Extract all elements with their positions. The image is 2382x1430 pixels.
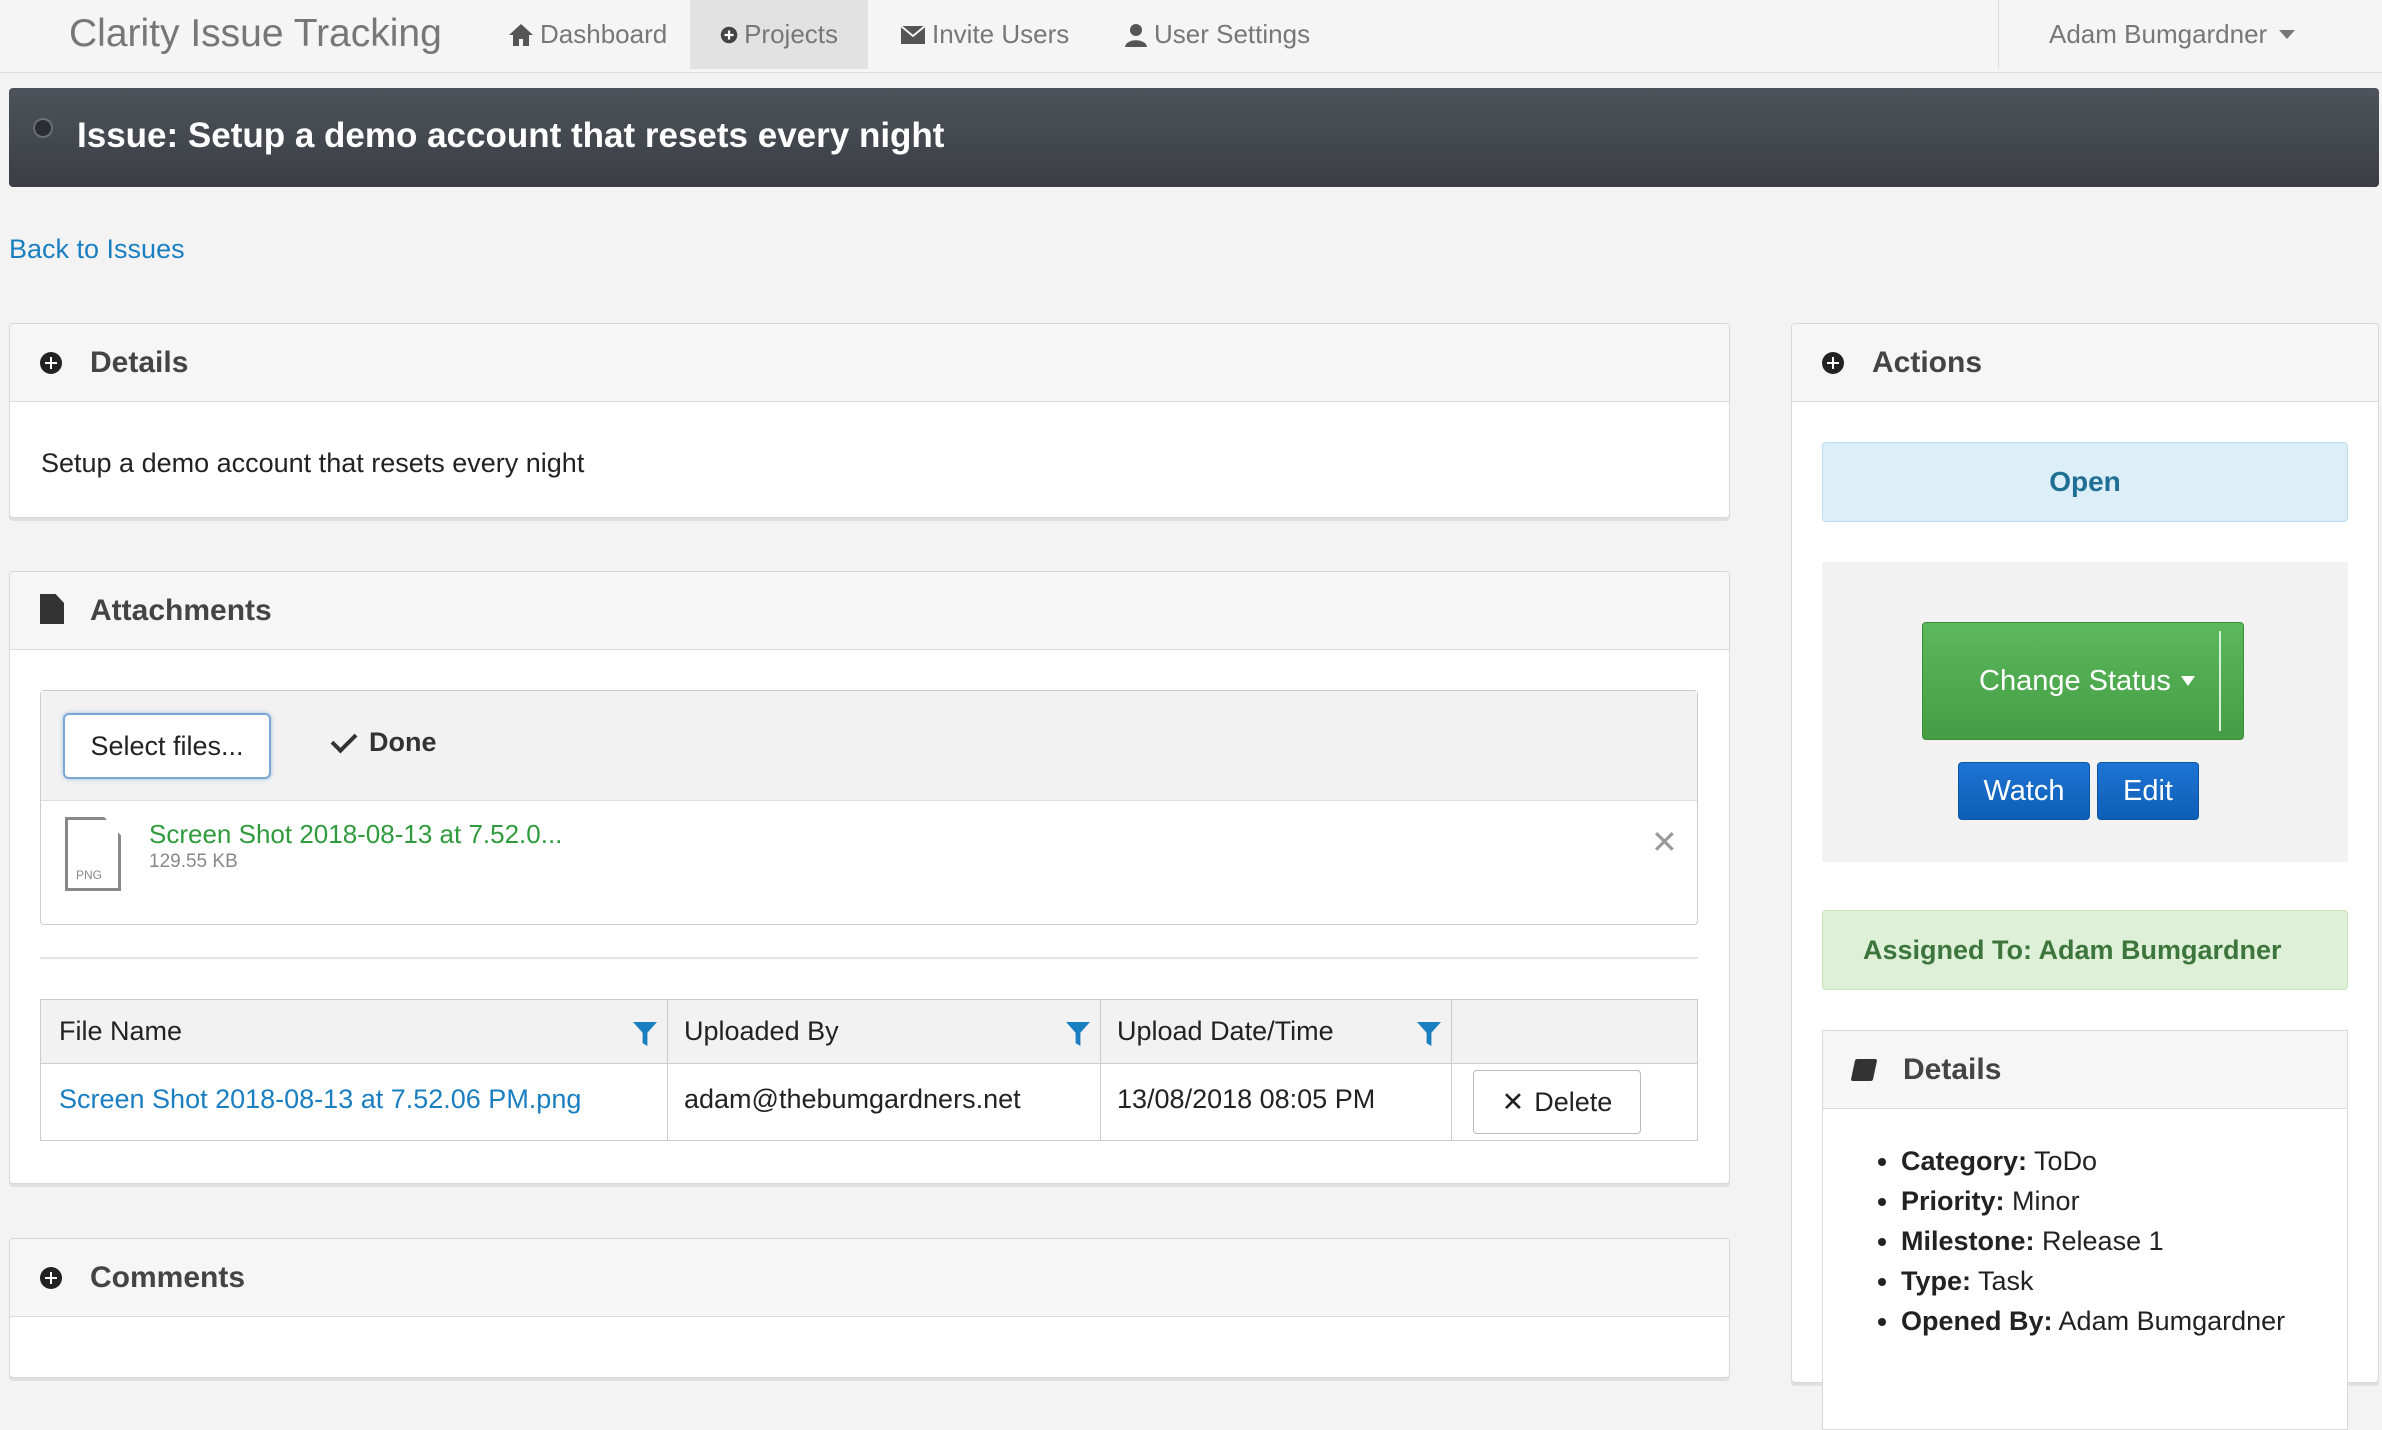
detail-value: Minor [2012,1186,2080,1216]
issue-title: Issue: Setup a demo account that resets … [77,116,945,155]
column-separator [1451,1000,1452,1140]
detail-value: Adam Bumgardner [2058,1306,2286,1336]
attachments-table: File Name Uploaded By Upload Date/Time S… [40,999,1698,1141]
list-item: Opened By: Adam Bumgardner [1901,1301,2285,1341]
nav-dashboard[interactable]: Dashboard [478,0,697,69]
details-panel-header[interactable]: Details [10,324,1729,402]
nav-user-settings-label: User Settings [1154,19,1311,49]
issue-details-list: Category: ToDo Priority: Minor Milestone… [1863,1141,2285,1341]
change-status-button[interactable]: Change Status [1922,622,2244,740]
file-icon [40,594,64,624]
user-icon [1125,23,1147,47]
upload-done-status: Done [330,726,437,758]
watch-button[interactable]: Watch [1958,762,2090,820]
envelope-icon [900,24,926,44]
nav-invite-users[interactable]: Invite Users [870,0,1099,69]
attachments-panel: Attachments Select files... Done PNG Scr… [9,571,1730,1184]
nav-invite-users-label: Invite Users [932,19,1070,49]
issue-description: Setup a demo account that resets every n… [41,448,585,478]
attachments-table-header: File Name Uploaded By Upload Date/Time [41,1000,1697,1064]
caret-down-icon [2279,30,2296,39]
comments-panel: Comments [9,1238,1730,1378]
issue-details-subpanel: Details Category: ToDo Priority: Minor M… [1822,1030,2348,1430]
caret-down-icon [2180,676,2195,686]
plus-circle-icon [40,352,62,374]
remove-file-icon[interactable]: ✕ [1651,823,1678,861]
column-uploaded-by[interactable]: Uploaded By [684,1016,839,1047]
attachment-uploaded-by: adam@thebumgardners.net [684,1084,1021,1114]
detail-key: Category: [1901,1146,2028,1176]
filter-icon[interactable] [633,1022,657,1046]
detail-key: Opened By: [1901,1306,2053,1336]
actions-panel-header[interactable]: Actions [1792,324,2378,402]
top-navbar: Clarity Issue Tracking Dashboard Project… [0,0,2382,73]
column-file-name[interactable]: File Name [59,1016,182,1047]
column-separator [667,1000,668,1140]
plus-circle-icon [720,26,738,43]
action-buttons-well: Change Status Watch Edit [1822,562,2348,862]
delete-attachment-button[interactable]: ✕ Delete [1473,1070,1641,1134]
actions-panel: Actions Open Change Status Watch Edit As… [1791,323,2379,1430]
collapse-icon[interactable] [33,118,53,138]
details-panel-title: Details [90,346,189,379]
status-badge: Open [1822,442,2348,522]
filter-icon[interactable] [1066,1022,1090,1046]
nav-dashboard-label: Dashboard [540,19,668,49]
issue-banner: Issue: Setup a demo account that resets … [9,88,2379,187]
user-menu[interactable]: Adam Bumgardner [1998,0,2382,69]
uploaded-file-name: Screen Shot 2018-08-13 at 7.52.0... [149,819,563,849]
detail-value: ToDo [2034,1146,2098,1176]
attachment-upload-date: 13/08/2018 08:05 PM [1117,1084,1376,1114]
comments-panel-header[interactable]: Comments [10,1239,1729,1317]
list-item: Category: ToDo [1901,1141,2285,1181]
filter-icon[interactable] [1417,1022,1441,1046]
assigned-to-badge: Assigned To: Adam Bumgardner [1822,910,2348,990]
plus-circle-icon [40,1267,62,1289]
select-files-button[interactable]: Select files... [63,713,271,779]
check-icon [330,726,358,753]
book-icon [1850,1059,1878,1081]
nav-projects-label: Projects [744,19,838,49]
detail-key: Milestone: [1901,1226,2035,1256]
edit-button[interactable]: Edit [2097,762,2199,820]
user-menu-name: Adam Bumgardner [2049,19,2268,49]
list-item: Milestone: Release 1 [1901,1221,2285,1261]
details-panel: Details Setup a demo account that resets… [9,323,1730,518]
actions-panel-title: Actions [1872,346,1983,379]
home-icon [509,23,533,46]
png-file-icon: PNG [65,817,121,891]
uploaded-file-size: 129.55 KB [149,851,238,872]
detail-value: Release 1 [2042,1226,2164,1256]
file-type-label: PNG [76,868,103,882]
issue-details-title: Details [1903,1053,2002,1086]
detail-key: Type: [1901,1266,1972,1296]
change-status-label: Change Status [1979,664,2171,697]
attachment-file-link[interactable]: Screen Shot 2018-08-13 at 7.52.06 PM.png [59,1084,581,1115]
attachments-panel-header: Attachments [10,572,1729,650]
back-to-issues-link[interactable]: Back to Issues [9,234,185,265]
column-separator [1100,1000,1101,1140]
detail-key: Priority: [1901,1186,2005,1216]
plus-circle-icon [1822,352,1844,374]
button-separator [2219,631,2221,731]
comments-panel-title: Comments [90,1261,246,1294]
list-item: Type: Task [1901,1261,2285,1301]
upload-toolbar: Select files... Done [41,691,1697,801]
attachments-panel-title: Attachments [90,594,272,627]
done-label: Done [369,727,437,757]
column-upload-date[interactable]: Upload Date/Time [1117,1016,1334,1047]
close-icon: ✕ [1501,1086,1525,1117]
nav-projects[interactable]: Projects [690,0,868,69]
issue-details-header: Details [1823,1031,2347,1109]
nav-user-settings[interactable]: User Settings [1094,0,1340,69]
brand-title[interactable]: Clarity Issue Tracking [69,12,442,56]
detail-value: Task [1978,1266,2034,1296]
file-upload-widget: Select files... Done PNG Screen Shot 201… [40,690,1698,925]
list-item: Priority: Minor [1901,1181,2285,1221]
delete-label: Delete [1534,1086,1613,1117]
divider [40,957,1698,959]
